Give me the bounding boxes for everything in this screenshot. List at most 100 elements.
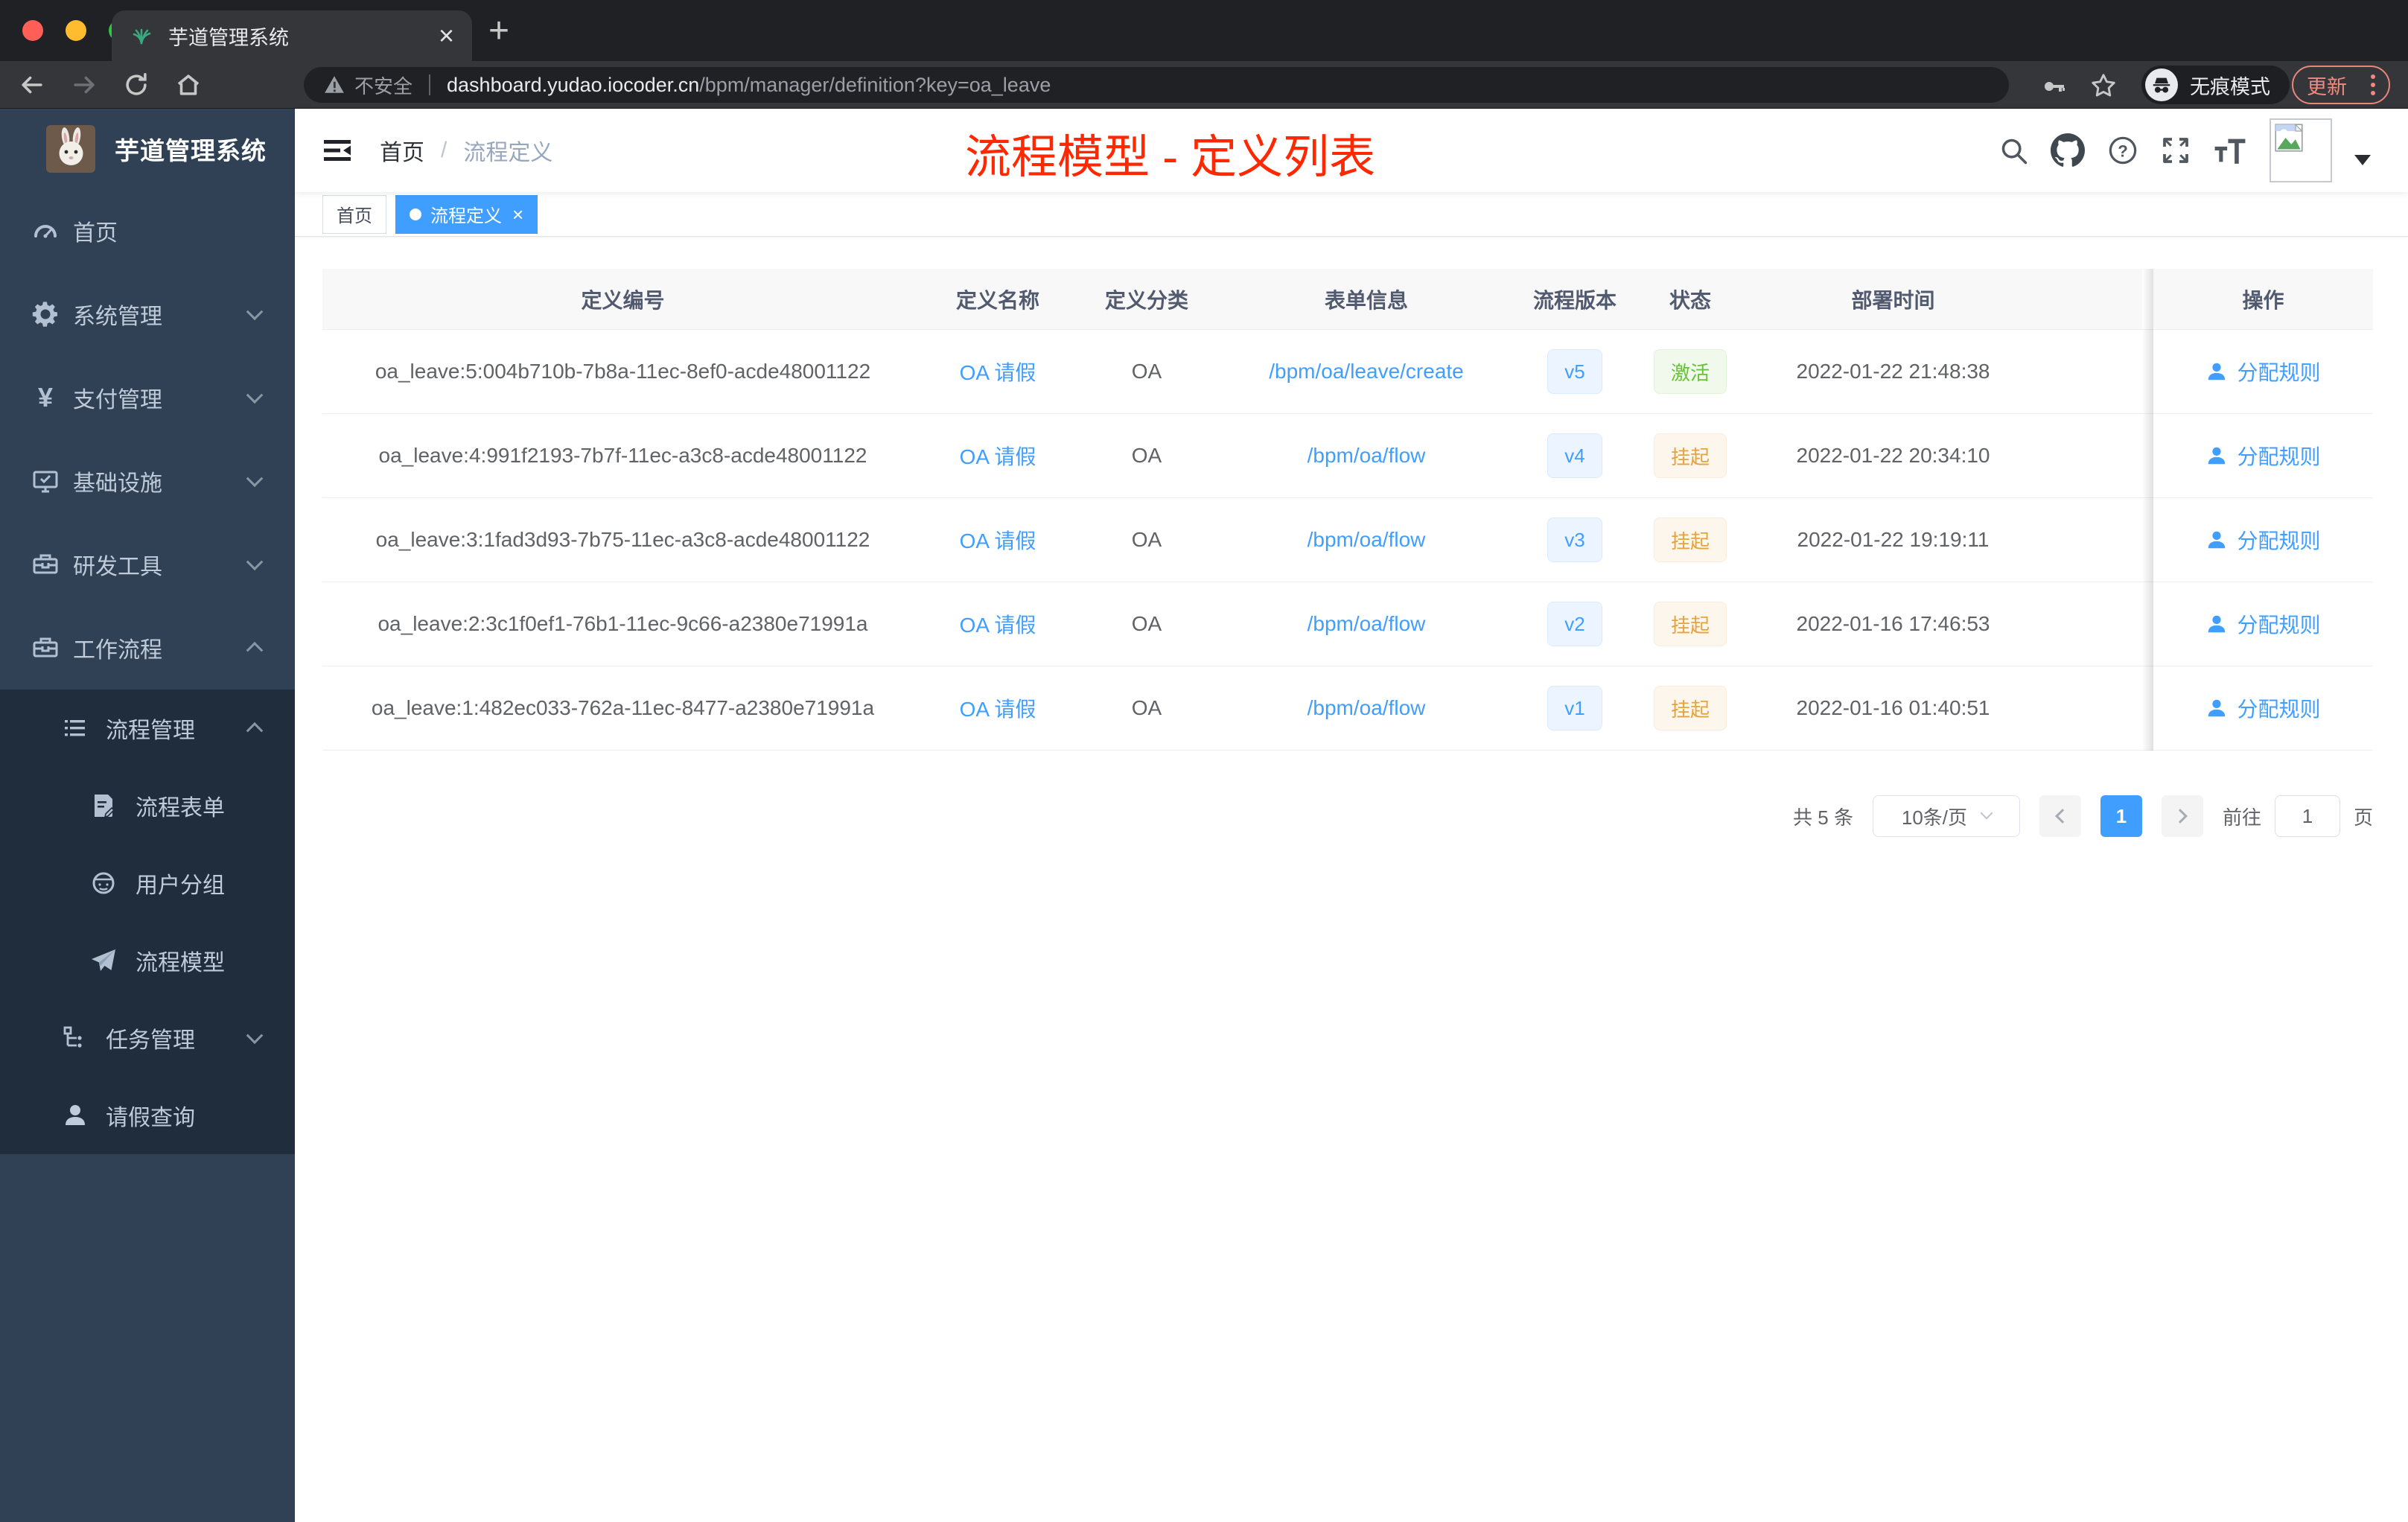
- definition-name-link[interactable]: OA 请假: [960, 693, 1036, 723]
- user-avatar[interactable]: [2270, 118, 2332, 182]
- breadcrumb-home[interactable]: 首页: [380, 134, 424, 167]
- definition-table: 定义编号 定义名称 定义分类 表单信息 流程版本 状态 部署时间 操作 oa_l…: [322, 269, 2373, 751]
- breadcrumb: 首页 / 流程定义: [380, 109, 552, 192]
- font-size-icon[interactable]: [2213, 133, 2247, 168]
- list-icon: [65, 720, 85, 736]
- search-icon[interactable]: [1998, 136, 2028, 165]
- sidebar-item-label: 流程表单: [136, 796, 225, 821]
- home-icon[interactable]: [174, 71, 203, 99]
- sidebar-item-workflow[interactable]: 工作流程: [0, 606, 295, 690]
- definition-name-link[interactable]: OA 请假: [960, 609, 1036, 639]
- browser-tab[interactable]: 芋道管理系统 ×: [112, 10, 472, 61]
- assign-rule-button[interactable]: 分配规则: [2205, 693, 2321, 723]
- table-row: oa_leave:3:1fad3d93-7b75-11ec-a3c8-acde4…: [322, 498, 2373, 582]
- assign-rule-button[interactable]: 分配规则: [2205, 441, 2321, 471]
- goto-label: 前往: [2222, 806, 2261, 829]
- security-label: 不安全: [354, 74, 413, 98]
- table-row: oa_leave:4:991f2193-7b7f-11ec-a3c8-acde4…: [322, 414, 2373, 498]
- bookmark-star-icon[interactable]: [2089, 71, 2118, 100]
- sidebar-logo: 芋道管理系统: [0, 109, 295, 189]
- reload-icon[interactable]: [122, 71, 150, 99]
- key-icon[interactable]: [2042, 74, 2065, 98]
- column-header: 定义分类: [1072, 269, 1221, 329]
- status-badge: 挂起: [1653, 686, 1727, 730]
- browser-menu-kebab-icon[interactable]: [2371, 74, 2375, 95]
- tags-bar: 首页 流程定义 ×: [295, 192, 2408, 237]
- tag-home[interactable]: 首页: [322, 194, 386, 234]
- chevron-down-icon: [246, 553, 264, 571]
- sidebar-item-leave-query[interactable]: 请假查询: [0, 1077, 295, 1154]
- cell-deploy-time: 2022-01-22 21:48:38: [1796, 360, 1990, 383]
- sidebar-menu: 首页 系统管理 ¥ 支付管理 基础设施 研发工具 工作流程 流程管理 流程表单 …: [0, 189, 295, 1154]
- forward-icon[interactable]: [70, 71, 98, 99]
- fullscreen-icon[interactable]: [2161, 136, 2191, 165]
- monitor-icon: [33, 471, 58, 493]
- help-icon[interactable]: ?: [2107, 135, 2138, 166]
- sidebar-item-system[interactable]: 系统管理: [0, 273, 295, 356]
- page-content: 定义编号 定义名称 定义分类 表单信息 流程版本 状态 部署时间 操作 oa_l…: [295, 237, 2408, 1522]
- fixed-column-gap: [2142, 414, 2153, 497]
- page-annotation-title: 流程模型 - 定义列表: [965, 132, 1376, 183]
- sidebar-item-home[interactable]: 首页: [0, 189, 295, 273]
- chevron-up-icon: [246, 641, 264, 659]
- assign-rule-button[interactable]: 分配规则: [2205, 357, 2321, 386]
- back-icon[interactable]: [18, 71, 46, 99]
- version-badge: v5: [1547, 349, 1602, 394]
- window-minimize-button[interactable]: [66, 20, 86, 41]
- incognito-icon: [2145, 69, 2178, 101]
- version-badge: v2: [1547, 602, 1602, 646]
- cell-filler: [2044, 330, 2142, 413]
- definition-name-link[interactable]: OA 请假: [960, 441, 1036, 471]
- sidebar-item-label: 支付管理: [73, 388, 162, 413]
- version-badge: v3: [1547, 518, 1602, 562]
- dashboard-icon: [34, 225, 57, 238]
- new-tab-button[interactable]: +: [488, 10, 509, 52]
- version-badge: v4: [1547, 433, 1602, 478]
- sidebar-item-label: 用户分组: [136, 873, 225, 898]
- prev-page-button[interactable]: [2039, 795, 2081, 837]
- definition-name-link[interactable]: OA 请假: [960, 357, 1036, 386]
- cell-category: OA: [1131, 612, 1162, 635]
- tab-close-icon[interactable]: ×: [439, 22, 454, 49]
- address-bar[interactable]: 不安全 dashboard.yudao.iocoder.cn/bpm/manag…: [304, 67, 2009, 103]
- column-header: 定义名称: [923, 269, 1072, 329]
- assign-rule-button[interactable]: 分配规则: [2205, 609, 2321, 639]
- cell-category: OA: [1131, 696, 1162, 719]
- cell-definition-id: oa_leave:5:004b710b-7b8a-11ec-8ef0-acde4…: [375, 360, 871, 383]
- tag-process-definition[interactable]: 流程定义 ×: [395, 194, 538, 234]
- tag-close-icon[interactable]: ×: [512, 205, 523, 224]
- assign-rule-button[interactable]: 分配规则: [2205, 525, 2321, 555]
- avatar-caret-icon[interactable]: [2354, 155, 2371, 165]
- next-page-button[interactable]: [2161, 795, 2203, 837]
- window-close-button[interactable]: [22, 20, 43, 41]
- sidebar-item-process-management[interactable]: 流程管理: [0, 690, 295, 767]
- sidebar-item-payment[interactable]: ¥ 支付管理: [0, 356, 295, 439]
- sidebar-item-devtools[interactable]: 研发工具: [0, 523, 295, 606]
- browser-url-bar: 不安全 dashboard.yudao.iocoder.cn/bpm/manag…: [0, 61, 2408, 109]
- sidebar-item-infra[interactable]: 基础设施: [0, 439, 295, 523]
- sidebar-item-user-group[interactable]: 用户分组: [0, 844, 295, 922]
- form-link[interactable]: /bpm/oa/flow: [1307, 528, 1426, 552]
- page-number-1[interactable]: 1: [2100, 795, 2142, 837]
- sidebar-item-task-management[interactable]: 任务管理: [0, 999, 295, 1077]
- form-link[interactable]: /bpm/oa/leave/create: [1269, 360, 1464, 383]
- form-link[interactable]: /bpm/oa/flow: [1307, 612, 1426, 636]
- github-icon[interactable]: [2051, 133, 2085, 168]
- sidebar-collapse-icon[interactable]: [322, 136, 352, 165]
- browser-update-button[interactable]: 更新: [2292, 66, 2390, 104]
- gear-icon: [32, 302, 57, 327]
- cell-category: OA: [1131, 444, 1162, 467]
- definition-name-link[interactable]: OA 请假: [960, 525, 1036, 555]
- paper-plane-icon: [92, 949, 115, 971]
- goto-page-input[interactable]: [2274, 795, 2340, 837]
- sidebar-item-process-form[interactable]: 流程表单: [0, 767, 295, 844]
- column-header: 操作: [2153, 269, 2373, 329]
- form-link[interactable]: /bpm/oa/flow: [1307, 696, 1426, 720]
- user-icon: [2208, 531, 2226, 549]
- cell-category: OA: [1131, 528, 1162, 551]
- form-link[interactable]: /bpm/oa/flow: [1307, 444, 1426, 468]
- table-row: oa_leave:1:482ec033-762a-11ec-8477-a2380…: [322, 666, 2373, 751]
- sidebar-item-process-model[interactable]: 流程模型: [0, 922, 295, 999]
- page-size-select[interactable]: 10条/页: [1872, 795, 2020, 837]
- cell-filler: [2044, 666, 2142, 750]
